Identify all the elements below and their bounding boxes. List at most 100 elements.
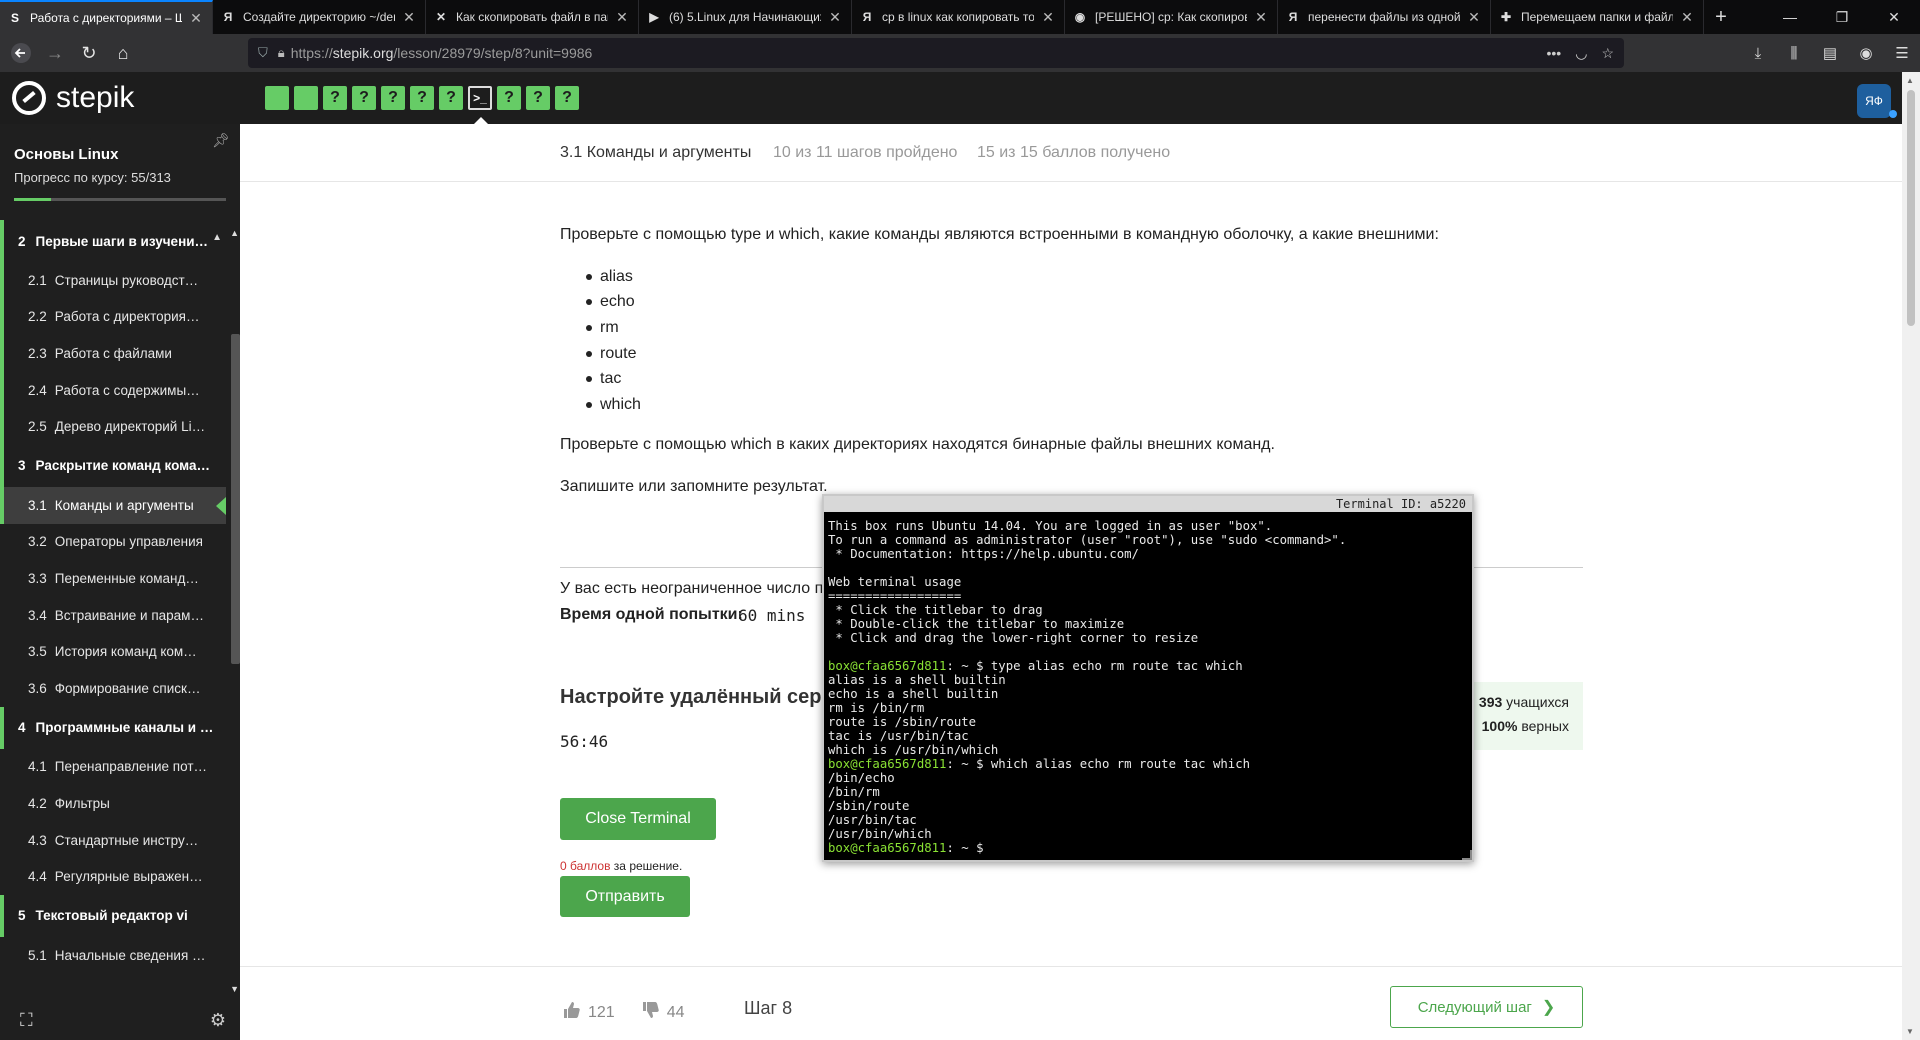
page-actions-icon[interactable]: •••: [1547, 45, 1562, 61]
terminal-line: /usr/bin/which: [828, 827, 932, 841]
sidebar-section[interactable]: 2 Первые шаги в изучени… ▲: [0, 220, 226, 262]
step-4[interactable]: ?: [352, 86, 376, 110]
sidebar-section[interactable]: 3 Раскрытие команд кома…: [0, 444, 226, 487]
sidebar-section[interactable]: 5 Текстовый редактор vi: [0, 894, 226, 937]
item-number: 4.1: [28, 759, 47, 775]
tab-close-icon[interactable]: ✕: [827, 9, 843, 26]
bookmark-star-icon[interactable]: ☆: [1601, 45, 1614, 62]
sidebar-lesson[interactable]: 2.5 Дерево директорий Li…: [0, 408, 226, 445]
sidebar-lesson[interactable]: 5.1 Начальные сведения …: [0, 937, 226, 974]
terminal-prompt: box@cfaa6567d811: [828, 659, 947, 673]
thumbs-up-icon[interactable]: [562, 1000, 582, 1026]
pin-icon[interactable]: 📌︎: [212, 132, 230, 149]
sidebar-lesson[interactable]: 4.3 Стандартные инстру…: [0, 822, 226, 859]
address-bar[interactable]: ⛉ 🔒︎ https://stepik.org/lesson/28979/ste…: [248, 38, 1624, 68]
scroll-down-icon[interactable]: ▼: [230, 984, 239, 994]
reload-icon[interactable]: ↻: [72, 38, 106, 68]
back-arrow-icon[interactable]: [4, 38, 38, 68]
collapse-caret-icon[interactable]: ▲: [212, 232, 222, 243]
sidebar-lesson[interactable]: 4.2 Фильтры: [0, 785, 226, 822]
page-scrollbar-thumb[interactable]: [1907, 90, 1915, 326]
lock-icon[interactable]: 🔒︎: [278, 45, 285, 61]
browser-tab[interactable]: ◉ [РЕШЕНО] cp: Как скопиров ✕: [1065, 0, 1278, 34]
sidebar-lesson[interactable]: 3.5 История команд ком…: [0, 633, 226, 670]
tab-close-icon[interactable]: ✕: [1253, 9, 1269, 26]
page-scroll-up-icon[interactable]: ▲: [1906, 76, 1914, 85]
tab-title: Перемещаем папки и файлы: [1521, 10, 1673, 24]
terminal-output[interactable]: This box runs Ubuntu 14.04. You are logg…: [824, 512, 1472, 862]
sidebar-toggle-icon[interactable]: ▤: [1812, 38, 1848, 68]
forward-arrow-icon[interactable]: →: [38, 38, 72, 68]
tracking-shield-icon[interactable]: ⛉: [258, 45, 268, 61]
new-tab-button[interactable]: +: [1704, 0, 1738, 34]
sidebar-lesson[interactable]: 2.4 Работа с содержимы…: [0, 371, 226, 409]
sidebar-scrollbar-thumb[interactable]: [231, 334, 240, 664]
browser-tab[interactable]: Я Создайте директорию ~/dem ✕: [213, 0, 426, 34]
close-window-icon[interactable]: ✕: [1868, 0, 1920, 34]
step-navigation: ????? >_???: [265, 86, 584, 110]
menu-icon[interactable]: ☰: [1884, 38, 1920, 68]
page-scroll-down-icon[interactable]: ▼: [1906, 1027, 1914, 1036]
step-7[interactable]: ?: [439, 86, 463, 110]
sidebar-section[interactable]: 4 Программные каналы и …: [0, 706, 226, 749]
account-icon[interactable]: ◉: [1848, 38, 1884, 68]
settings-gear-icon[interactable]: ⚙: [210, 1010, 226, 1031]
submit-button[interactable]: Отправить: [560, 876, 690, 917]
home-icon[interactable]: ⌂: [106, 38, 140, 68]
close-terminal-button[interactable]: Close Terminal: [560, 798, 716, 840]
pocket-icon[interactable]: ◡: [1575, 45, 1587, 62]
scroll-up-icon[interactable]: ▲: [230, 228, 239, 238]
step-9[interactable]: ?: [497, 86, 521, 110]
step-10[interactable]: ?: [526, 86, 550, 110]
sidebar-lesson[interactable]: 2.1 Страницы руководст…: [0, 262, 226, 299]
terminal-line: route is /sbin/route: [828, 715, 977, 729]
step-8[interactable]: >_: [468, 86, 492, 110]
browser-tab[interactable]: Яперенести файлы из одной ✕: [1278, 0, 1491, 34]
fullscreen-icon[interactable]: ⛶: [20, 1010, 33, 1031]
sidebar-lesson[interactable]: 4.4 Регулярные выражен…: [0, 858, 226, 895]
tab-close-icon[interactable]: ✕: [1466, 9, 1482, 26]
browser-tab[interactable]: ✚ Перемещаем папки и файлы ✕: [1491, 0, 1704, 34]
browser-tab[interactable]: S Работа с директориями – Шаг ✕: [0, 0, 213, 34]
browser-tab[interactable]: ▶ (6) 5.Linux для Начинающих ✕: [639, 0, 852, 34]
download-icon[interactable]: ⤓: [1740, 38, 1776, 68]
restore-icon[interactable]: ❐: [1816, 0, 1868, 34]
tab-close-icon[interactable]: ✕: [1040, 9, 1056, 26]
item-number: 4.4: [28, 869, 47, 885]
course-title[interactable]: Основы Linux: [14, 146, 118, 163]
next-step-button[interactable]: Следующий шаг ❯: [1390, 986, 1583, 1028]
item-label: Программные каналы и …: [35, 720, 214, 736]
sidebar-lesson[interactable]: 2.2 Работа с директория…: [0, 298, 226, 336]
sidebar-lesson[interactable]: 4.1 Перенаправление пот…: [0, 749, 226, 786]
step-number: Шаг 8: [744, 998, 793, 1018]
thumbs-down-icon[interactable]: [641, 1000, 661, 1026]
sidebar-lesson[interactable]: 2.3 Работа с файлами: [0, 335, 226, 372]
stepik-logo[interactable]: stepik: [12, 81, 134, 115]
web-terminal[interactable]: Terminal ID: a5220 This box runs Ubuntu …: [822, 494, 1474, 862]
url-text[interactable]: https://stepik.org/lesson/28979/step/8?u…: [291, 45, 1533, 61]
user-avatar[interactable]: ЯФ: [1857, 84, 1891, 118]
tab-close-icon[interactable]: ✕: [188, 10, 204, 27]
library-icon[interactable]: ⫼: [1776, 38, 1812, 68]
tab-close-icon[interactable]: ✕: [1679, 9, 1695, 26]
item-number: 4: [18, 720, 26, 736]
sidebar-lesson[interactable]: 3.3 Переменные команд…: [0, 560, 226, 597]
sidebar-lesson[interactable]: 3.1 Команды и аргументы: [0, 486, 226, 524]
step-3[interactable]: ?: [323, 86, 347, 110]
page-scrollbar[interactable]: ▲ ▼: [1902, 72, 1920, 1040]
tab-close-icon[interactable]: ✕: [401, 9, 417, 26]
sidebar-lesson[interactable]: 3.4 Встраивание и парам…: [0, 597, 226, 634]
step-11[interactable]: ?: [555, 86, 579, 110]
sidebar-lesson[interactable]: 3.2 Операторы управления: [0, 524, 226, 561]
browser-tab[interactable]: ✕ Как скопировать файл в пап ✕: [426, 0, 639, 34]
tab-close-icon[interactable]: ✕: [614, 9, 630, 26]
step-5[interactable]: ?: [381, 86, 405, 110]
browser-tab[interactable]: Яcp в linux как копировать то ✕: [852, 0, 1065, 34]
step-2[interactable]: [294, 86, 318, 110]
minimize-icon[interactable]: —: [1764, 0, 1816, 34]
step-1[interactable]: [265, 86, 289, 110]
step-6[interactable]: ?: [410, 86, 434, 110]
terminal-titlebar[interactable]: Terminal ID: a5220: [824, 496, 1472, 512]
sidebar-lesson[interactable]: 3.6 Формирование списк…: [0, 670, 226, 707]
terminal-resize-handle[interactable]: [1462, 850, 1472, 860]
